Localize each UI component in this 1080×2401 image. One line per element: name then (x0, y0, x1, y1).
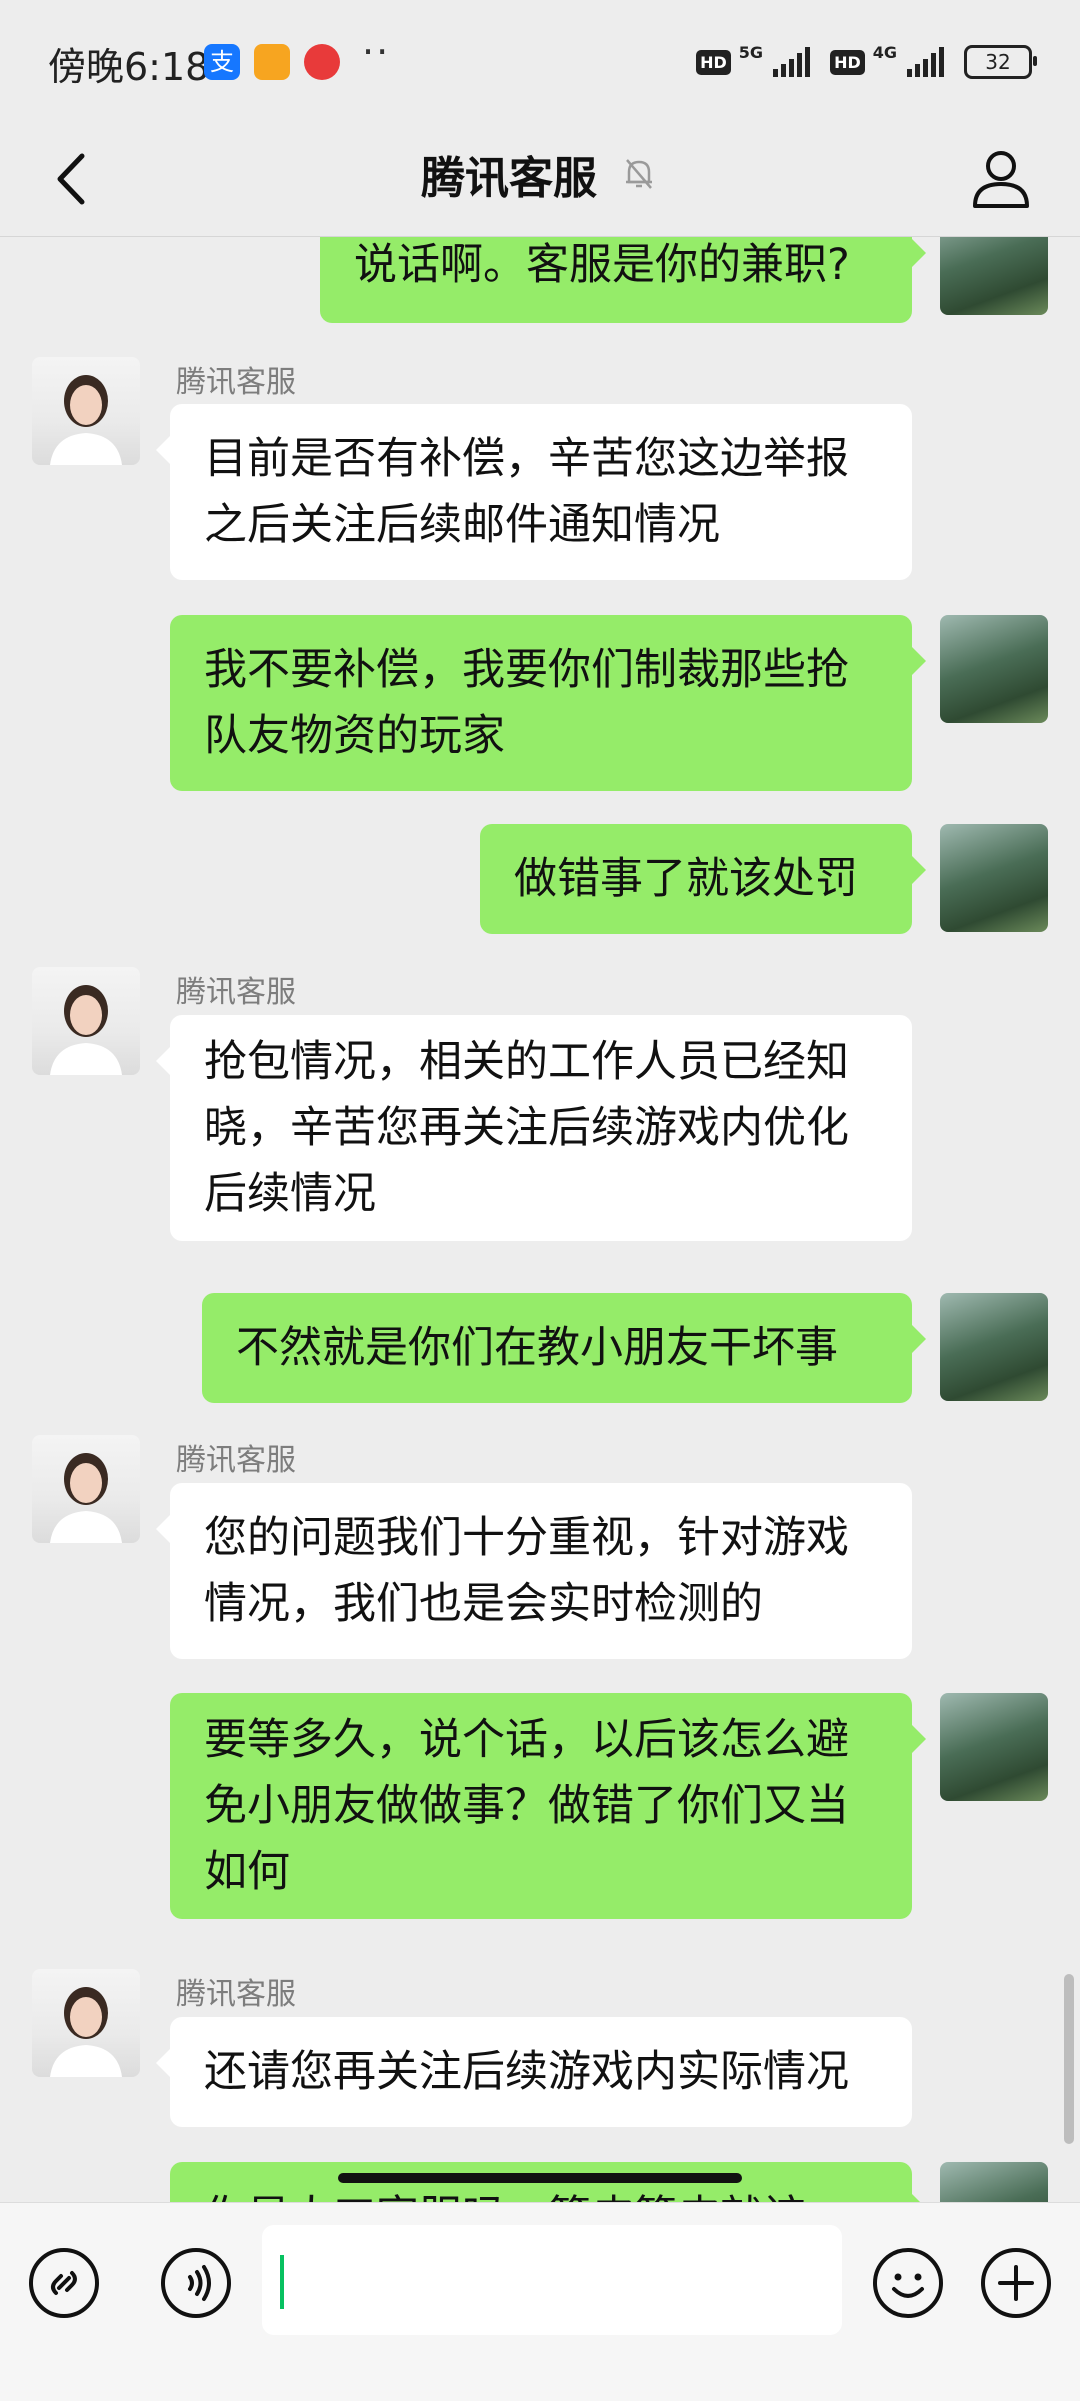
my-avatar[interactable] (940, 615, 1048, 723)
my-avatar[interactable] (940, 824, 1048, 932)
cs-avatar[interactable] (32, 357, 140, 465)
signal-icon (773, 47, 811, 77)
my-avatar[interactable] (940, 1293, 1048, 1401)
battery-icon: 32 (964, 45, 1037, 79)
mini-program-link-icon[interactable] (28, 2247, 100, 2319)
cs-message-bubble[interactable]: 您的问题我们十分重视，针对游戏情况，我们也是会实时检测的 (156, 1483, 912, 1659)
notes-app-icon (254, 44, 290, 80)
status-time: 傍晚6:18 (48, 45, 210, 89)
music-app-icon (304, 44, 340, 80)
cs-message-bubble[interactable]: 目前是否有补偿，辛苦您这边举报之后关注后续邮件通知情况 (156, 404, 912, 580)
emoji-icon[interactable] (872, 2247, 944, 2319)
cs-avatar[interactable] (32, 1969, 140, 2077)
more-notifications-icon: ·· (362, 30, 391, 74)
cs-avatar-portrait (50, 1987, 122, 2077)
hd-badge: HD (696, 49, 731, 75)
scrollbar[interactable] (1064, 1974, 1074, 2144)
mute-bell-icon (626, 159, 652, 189)
chat-message-list[interactable]: 说话啊。客服是你的兼职? 腾讯客服 目前是否有补偿，辛苦您这边举报之后关注后续邮… (0, 237, 1080, 2202)
my-avatar[interactable] (940, 1693, 1048, 1801)
network-5g-label: 5G (738, 42, 764, 62)
text-cursor (280, 2255, 284, 2309)
hd-badge-2: HD (830, 49, 865, 75)
network-4g-label: 4G (872, 42, 897, 62)
message-input[interactable] (262, 2225, 842, 2335)
my-message-bubble[interactable]: 要等多久，说个话，以后该怎么避免小朋友做做事？做错了你们又当如何 (170, 1693, 926, 1919)
cs-message-bubble[interactable]: 抢包情况，相关的工作人员已经知晓，辛苦您再关注后续游戏内优化后续情况 (156, 1015, 912, 1241)
cs-avatar-portrait (50, 985, 122, 1075)
home-indicator[interactable] (338, 2173, 742, 2183)
cs-avatar[interactable] (32, 967, 140, 1075)
alipay-icon: 支 (204, 44, 240, 80)
my-message-bubble[interactable]: 不然就是你们在教小朋友干坏事 (202, 1293, 926, 1403)
my-message-bubble[interactable]: 做错事了就该处罚 (480, 824, 926, 934)
more-options-plus-icon[interactable] (980, 2247, 1052, 2319)
input-bar (0, 2202, 1080, 2401)
voice-input-icon[interactable] (160, 2247, 232, 2319)
sender-name: 腾讯客服 (176, 365, 296, 400)
cs-avatar[interactable] (32, 1435, 140, 1543)
sender-name: 腾讯客服 (176, 975, 296, 1010)
my-message-bubble[interactable]: 我不要补偿，我要你们制裁那些抢队友物资的玩家 (170, 615, 926, 791)
my-avatar[interactable] (940, 2162, 1048, 2202)
status-bar: 傍晚6:18 支 ·· HD 5G HD 4G 32 (0, 0, 1080, 120)
my-message-bubble[interactable]: 说话啊。客服是你的兼职? (320, 237, 926, 323)
my-avatar[interactable] (940, 237, 1048, 315)
signal-icon-2 (907, 47, 944, 77)
chat-header: 腾讯客服 (0, 120, 1080, 237)
cs-message-bubble[interactable]: 还请您再关注后续游戏内实际情况 (156, 2017, 912, 2127)
sender-name: 腾讯客服 (176, 1443, 296, 1478)
profile-icon[interactable] (964, 142, 1038, 216)
status-indicators: HD 5G HD 4G 32 (696, 42, 1037, 82)
cs-avatar-portrait (50, 375, 122, 465)
sender-name: 腾讯客服 (176, 1977, 296, 2012)
page-title: 腾讯客服 (421, 153, 597, 204)
cs-avatar-portrait (50, 1453, 122, 1543)
chat-title-area: 腾讯客服 (0, 142, 1080, 206)
